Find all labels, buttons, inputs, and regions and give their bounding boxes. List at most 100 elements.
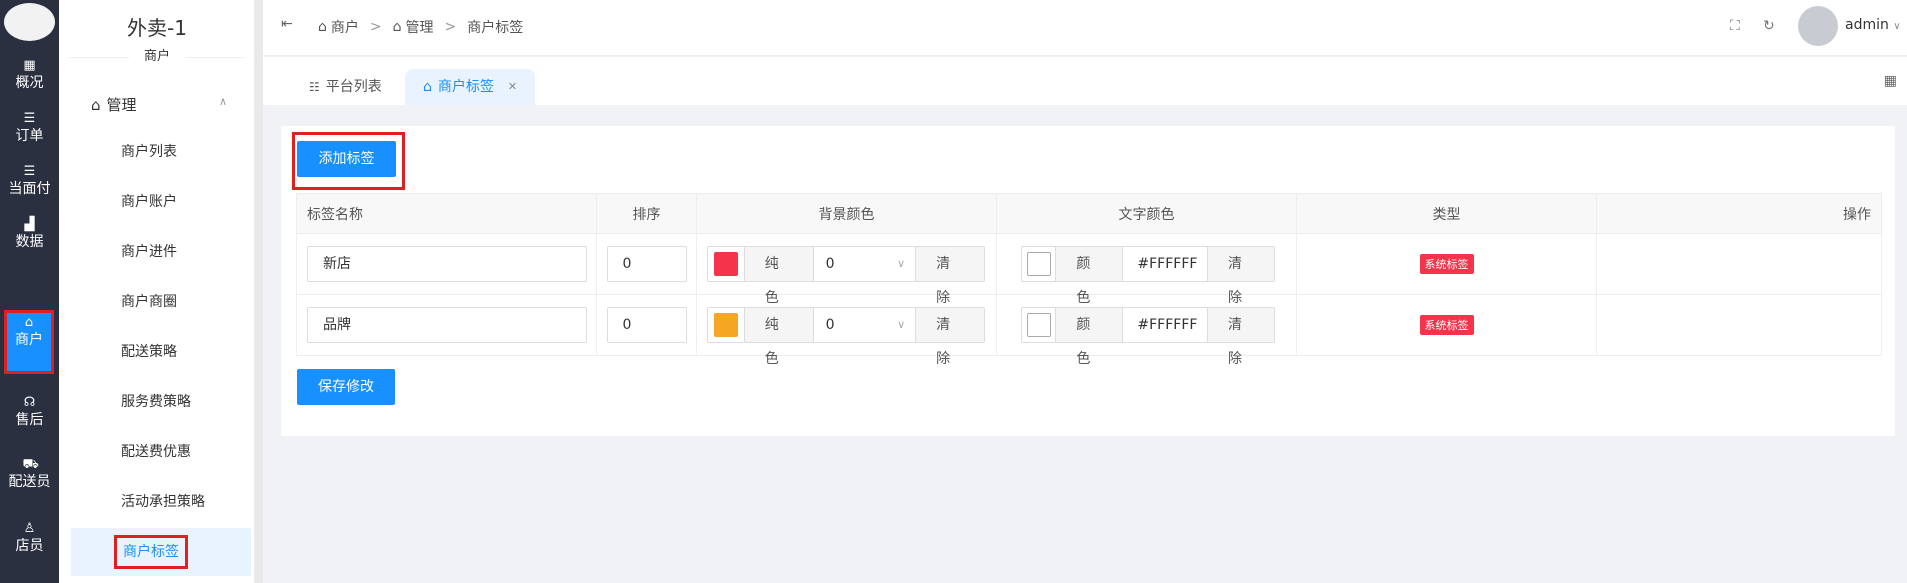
icon-rail: ▦ 概况 ☰ 订单 ☰ 当面付 ▟ 数据 ⌂ 商户 ☊ 售后 ⛟ 配送员 ♙ 店…: [0, 0, 59, 583]
menu-item-delivery-strategy[interactable]: 配送策略: [71, 328, 251, 376]
column-header: 文字颜色: [996, 193, 1297, 234]
breadcrumb-item[interactable]: ⌂ 商户: [318, 17, 359, 37]
bg-clear-button[interactable]: 清除: [915, 308, 984, 367]
menu-group-label: 管理: [106, 96, 137, 114]
text-color-input[interactable]: #FFFFFF: [1123, 247, 1207, 281]
bg-mode-label: 纯色: [743, 308, 814, 367]
bg-color-picker: 纯色 0 ∨ 清除: [707, 307, 985, 367]
table-row: 新店 0 纯色 0 ∨ 清除 颜色 #FFFFFF 清除 系统标签: [296, 233, 1882, 306]
column-header: 排序: [596, 193, 697, 234]
text-color-swatch[interactable]: [1022, 308, 1055, 342]
menu-item-merchant-account[interactable]: 商户账户: [71, 178, 251, 226]
avatar[interactable]: [1798, 6, 1838, 46]
sort-input[interactable]: 0: [606, 246, 687, 282]
menu-group-manage[interactable]: ⌂ 管理: [91, 94, 137, 115]
menu-item-service-fee[interactable]: 服务费策略: [71, 378, 251, 426]
bg-color-swatch[interactable]: [708, 247, 744, 281]
text-color-input[interactable]: #FFFFFF: [1123, 308, 1207, 342]
rail-item-data[interactable]: ▟ 数据: [0, 212, 59, 276]
rail-label: 商户: [15, 332, 43, 348]
bar-chart-icon: ▟: [24, 217, 35, 232]
menu-item-business-district[interactable]: 商户商圈: [71, 278, 251, 326]
close-icon[interactable]: ✕: [508, 69, 517, 105]
column-header: 背景颜色: [696, 193, 997, 234]
apps-grid-icon[interactable]: ▦: [1884, 73, 1897, 89]
bg-select[interactable]: 0 ∨: [814, 247, 916, 281]
breadcrumb-label: 管理: [405, 20, 434, 36]
app-logo[interactable]: [4, 3, 55, 41]
text-clear-button[interactable]: 清除: [1207, 308, 1274, 367]
app-title: 外卖-1: [127, 16, 187, 40]
chevron-down-icon: ∨: [1893, 21, 1901, 32]
list-icon: ☰: [23, 111, 36, 126]
user-menu[interactable]: admin ∨: [1845, 17, 1901, 33]
top-header: ⇤ ⌂ 商户 > ⌂ 管理 > 商户标签 ⛶ ↻ admin ∨: [263, 0, 1907, 56]
fullscreen-icon[interactable]: ⛶: [1730, 18, 1740, 34]
system-tag-badge: 系统标签: [1419, 254, 1474, 274]
tag-name-input[interactable]: 品牌: [307, 307, 587, 343]
column-header: 标签名称: [296, 193, 597, 234]
rail-item-after-sales[interactable]: ☊ 售后: [0, 390, 59, 454]
system-tag-badge: 系统标签: [1419, 315, 1474, 335]
text-color-picker: 颜色 #FFFFFF 清除: [1021, 246, 1275, 306]
collapse-menu-icon[interactable]: ⇤: [281, 16, 293, 32]
save-changes-button[interactable]: 保存修改: [297, 369, 395, 405]
menu-item-label: 商户进件: [121, 244, 177, 260]
rail-label: 店员: [15, 538, 44, 554]
bg-clear-button[interactable]: 清除: [915, 247, 984, 306]
add-tag-button[interactable]: 添加标签: [297, 141, 396, 177]
menu-item-label: 服务费策略: [121, 394, 191, 410]
rail-label: 当面付: [8, 181, 51, 197]
dashboard-icon: ▦: [23, 58, 36, 73]
rail-label: 售后: [15, 412, 44, 428]
rail-label: 订单: [15, 128, 44, 144]
tag-name-input[interactable]: 新店: [307, 246, 587, 282]
select-value: 0: [825, 256, 835, 272]
color-swatch: [1026, 313, 1051, 337]
rail-label: 数据: [15, 234, 44, 250]
username: admin: [1845, 17, 1889, 33]
menu-item-label: 配送费优惠: [121, 444, 191, 460]
text-clear-button[interactable]: 清除: [1207, 247, 1274, 306]
menu-item-label: 商户列表: [121, 144, 177, 160]
bg-mode-label: 纯色: [743, 247, 814, 306]
refresh-icon[interactable]: ↻: [1763, 18, 1775, 34]
breadcrumb-item[interactable]: ⌂ 管理: [393, 17, 434, 37]
column-header: 类型: [1296, 193, 1597, 234]
menu-item-merchant-list[interactable]: 商户列表: [71, 128, 251, 176]
column-header: 操作: [1596, 193, 1882, 234]
bg-color-picker: 纯色 0 ∨ 清除: [707, 246, 985, 306]
sidebar-scrollbar[interactable]: [255, 0, 263, 583]
text-mode-label: 颜色: [1055, 247, 1124, 306]
list-icon: ☷: [309, 80, 320, 94]
page-tabs: ☷ 平台列表 ⌂ 商户标签 ✕ ▦: [263, 57, 1907, 105]
color-swatch: [713, 313, 738, 337]
menu-item-label: 活动承担策略: [121, 494, 205, 510]
menu-item-merchant-onboarding[interactable]: 商户进件: [71, 228, 251, 276]
tags-table: 标签名称 排序 背景颜色 文字颜色 类型 操作 新店 0 纯色 0 ∨ 清除 颜…: [296, 193, 1882, 367]
tab-merchant-tags[interactable]: ⌂ 商户标签 ✕: [405, 69, 536, 105]
store-icon: ⌂: [91, 95, 101, 114]
store-icon: ⌂: [392, 19, 402, 35]
staff-icon: ♙: [23, 521, 36, 536]
store-icon: ⌂: [423, 79, 432, 95]
bg-select[interactable]: 0 ∨: [814, 308, 916, 342]
menu-item-activity-strategy[interactable]: 活动承担策略: [71, 478, 251, 526]
sort-input[interactable]: 0: [606, 307, 687, 343]
chevron-up-icon[interactable]: ∧: [219, 95, 227, 108]
rail-item-staff[interactable]: ♙ 店员: [0, 516, 59, 580]
store-icon: ⌂: [24, 315, 34, 330]
sub-sidebar: 外卖-1 商户 ⌂ 管理 ∧ 商户列表 商户账户 商户进件 商户商圈 配送策略 …: [59, 0, 255, 583]
tab-platform-list[interactable]: ☷ 平台列表: [291, 69, 400, 105]
menu-item-delivery-discount[interactable]: 配送费优惠: [71, 428, 251, 476]
rail-item-merchant[interactable]: ⌂ 商户: [4, 310, 54, 374]
breadcrumb-label: 商户: [330, 20, 359, 36]
bg-color-swatch[interactable]: [708, 308, 744, 342]
menu-item-label: 商户标签: [114, 535, 188, 569]
breadcrumb-item-current: 商户标签: [467, 17, 523, 37]
text-color-swatch[interactable]: [1022, 247, 1055, 281]
breadcrumb-separator: >: [369, 19, 382, 35]
delivery-icon: ⛟: [22, 457, 39, 472]
menu-item-merchant-tags[interactable]: 商户标签: [71, 528, 251, 576]
rail-item-courier[interactable]: ⛟ 配送员: [0, 452, 59, 516]
